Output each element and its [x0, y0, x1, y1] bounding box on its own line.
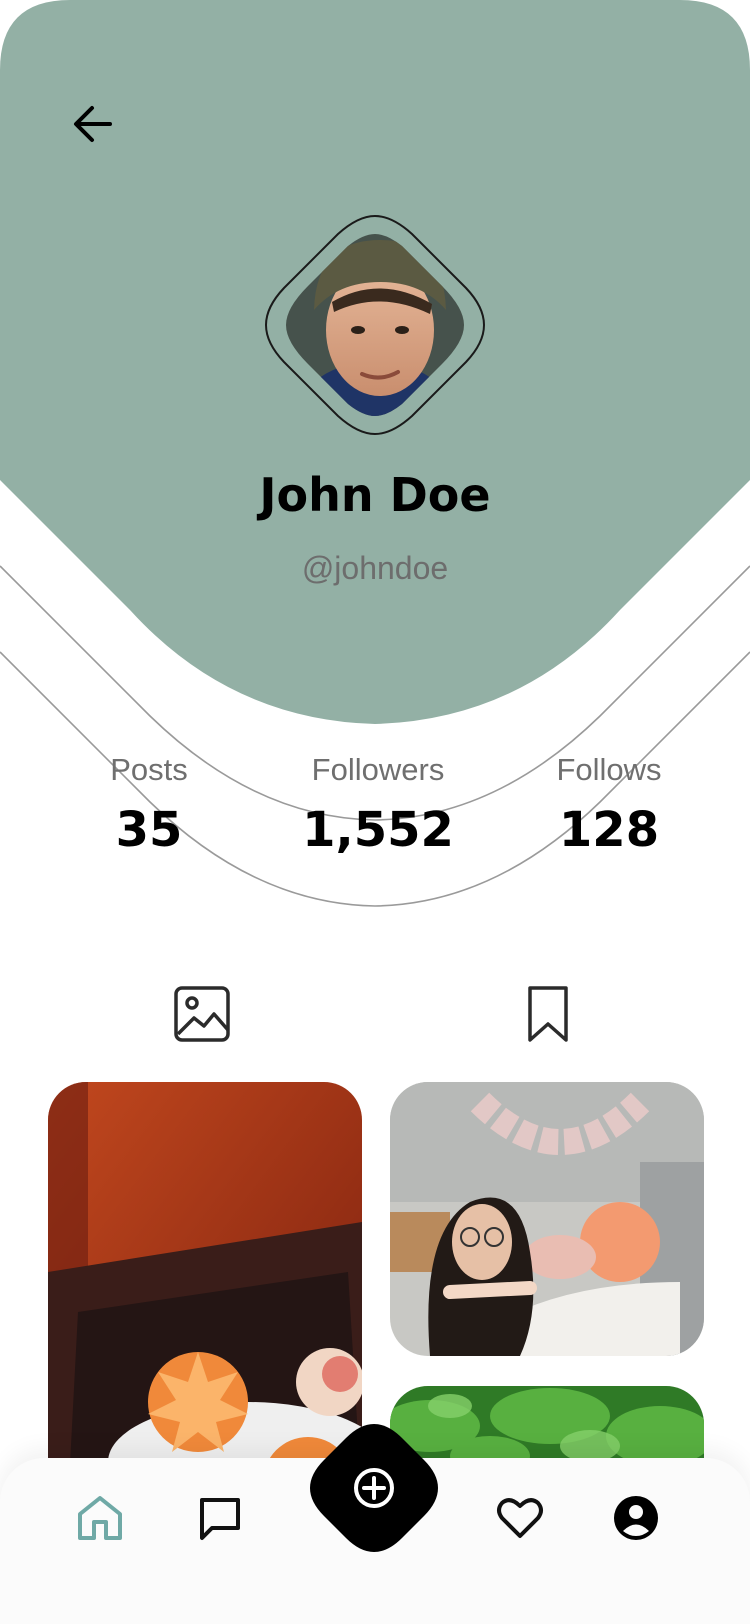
stat-posts[interactable]: Posts 35 — [24, 752, 274, 858]
user-icon[interactable] — [610, 1492, 662, 1544]
stat-value: 1,552 — [302, 802, 454, 858]
add-post-button[interactable] — [306, 1420, 442, 1556]
stat-label: Follows — [556, 752, 662, 787]
stat-value: 128 — [558, 802, 660, 858]
chat-icon[interactable] — [194, 1492, 246, 1544]
image-icon[interactable] — [172, 984, 232, 1044]
profile-handle: @johndoe — [301, 550, 449, 586]
stat-label: Followers — [311, 752, 445, 787]
profile-name: John Doe — [259, 468, 491, 522]
heart-icon[interactable] — [494, 1492, 546, 1544]
stat-follows[interactable]: Follows 128 — [484, 752, 734, 858]
post-image — [390, 1082, 704, 1356]
post-tile[interactable] — [390, 1082, 704, 1356]
stat-followers[interactable]: Followers 1,552 — [253, 752, 503, 858]
home-icon[interactable] — [74, 1492, 126, 1544]
stat-value: 35 — [115, 802, 183, 858]
stat-label: Posts — [110, 752, 188, 787]
back-arrow-icon[interactable] — [66, 96, 126, 156]
avatar — [264, 214, 486, 436]
bookmark-icon[interactable] — [518, 984, 578, 1044]
